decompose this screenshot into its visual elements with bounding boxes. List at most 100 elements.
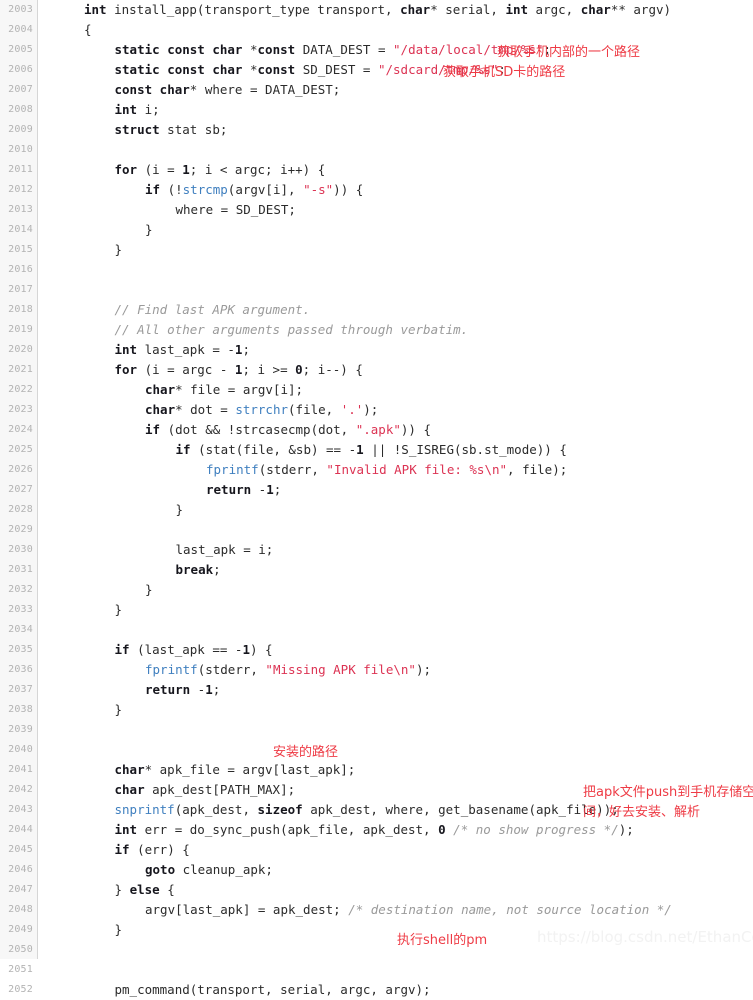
code-token-pln: apk_dest[PATH_MAX]; bbox=[144, 782, 296, 797]
code-line[interactable]: } bbox=[176, 500, 184, 520]
code-line[interactable]: } bbox=[115, 600, 123, 620]
code-line[interactable]: } bbox=[145, 580, 153, 600]
code-token-kw: else bbox=[129, 882, 160, 897]
code-line[interactable]: int i; bbox=[115, 100, 160, 120]
line-number: 2050 bbox=[8, 944, 33, 955]
code-line[interactable]: fprintf(stderr, "Invalid APK file: %s\n"… bbox=[206, 460, 567, 480]
code-viewer[interactable]: 2003 2004 2005 2006 2007 2008 2009 2010 2011 2012… bbox=[0, 0, 753, 997]
code-line[interactable]: fprintf(stderr, "Missing APK file\n"); bbox=[145, 660, 431, 680]
code-line[interactable]: last_apk = i; bbox=[176, 540, 274, 560]
code-line[interactable]: break; bbox=[176, 560, 221, 580]
code-line[interactable]: } else { bbox=[115, 880, 175, 900]
code-token-pln: } bbox=[114, 602, 123, 617]
code-line[interactable]: char apk_dest[PATH_MAX]; bbox=[115, 780, 296, 800]
line-number: 2003 bbox=[8, 4, 33, 15]
code-token-pln: * file = argv[i]; bbox=[175, 382, 304, 397]
code-token-pln: )) { bbox=[333, 182, 364, 197]
line-number: 2025 bbox=[8, 444, 33, 455]
line-number: 2005 bbox=[8, 44, 33, 55]
code-token-kw: static bbox=[114, 42, 160, 57]
code-token-num: 1 bbox=[356, 442, 364, 457]
code-token-kw: int bbox=[114, 342, 138, 357]
code-line[interactable]: char* file = argv[i]; bbox=[145, 380, 303, 400]
code-token-pln: ; i < argc; i++) { bbox=[189, 162, 326, 177]
code-token-pln: (stderr, bbox=[197, 662, 266, 677]
code-line[interactable]: } bbox=[145, 220, 153, 240]
code-line[interactable]: if (dot && !strcasecmp(dot, ".apk")) { bbox=[145, 420, 431, 440]
line-number: 2029 bbox=[8, 524, 33, 535]
code-line[interactable]: { bbox=[84, 20, 92, 40]
code-line[interactable]: // All other arguments passed through ve… bbox=[115, 320, 469, 340]
code-token-pln: (apk_dest, bbox=[174, 802, 258, 817]
line-number: 2017 bbox=[8, 284, 33, 295]
code-token-kw: return bbox=[145, 682, 191, 697]
line-number: 2026 bbox=[8, 464, 33, 475]
line-number: 2022 bbox=[8, 384, 33, 395]
code-line[interactable]: where = SD_DEST; bbox=[176, 200, 296, 220]
code-token-pln: (i = bbox=[137, 162, 183, 177]
code-line[interactable]: struct stat sb; bbox=[115, 120, 228, 140]
code-token-pln: * apk_file = argv[last_apk]; bbox=[144, 762, 356, 777]
code-token-kw: char bbox=[114, 782, 145, 797]
code-line[interactable]: if (last_apk == -1) { bbox=[115, 640, 273, 660]
code-token-pln: where = SD_DEST; bbox=[175, 202, 296, 217]
code-line[interactable]: if (!strcmp(argv[i], "-s")) { bbox=[145, 180, 363, 200]
code-line[interactable]: pm_command(transport, serial, argc, argv… bbox=[115, 980, 431, 1000]
code-token-str: "Missing APK file\n" bbox=[265, 662, 416, 677]
code-token-pln: * serial, bbox=[430, 2, 506, 17]
code-token-fn: fprintf bbox=[145, 662, 198, 677]
code-token-pln: - bbox=[190, 682, 206, 697]
code-line[interactable]: goto cleanup_apk; bbox=[145, 860, 273, 880]
code-line[interactable]: if (err) { bbox=[115, 840, 190, 860]
annot-sd-dest: 获取手机SD卡的路径 bbox=[443, 65, 566, 80]
code-token-kw: const bbox=[257, 62, 296, 77]
code-token-pln: (stat(file, &sb) == - bbox=[190, 442, 357, 457]
line-number: 2047 bbox=[8, 884, 33, 895]
code-token-pln: apk_dest, where, get_basename(apk_file))… bbox=[302, 802, 619, 817]
code-token-pln: ) { bbox=[249, 642, 273, 657]
code-line[interactable]: argv[last_apk] = apk_dest; /* destinatio… bbox=[145, 900, 672, 920]
code-token-kw: if bbox=[145, 422, 161, 437]
code-token-pln: { bbox=[84, 22, 92, 37]
code-token-pln: i; bbox=[137, 102, 160, 117]
code-line[interactable]: for (i = 1; i < argc; i++) { bbox=[115, 160, 326, 180]
code-token-kw: char bbox=[400, 2, 431, 17]
line-number: 2011 bbox=[8, 164, 33, 175]
code-line[interactable]: if (stat(file, &sb) == -1 || !S_ISREG(sb… bbox=[176, 440, 567, 460]
code-token-pln: || !S_ISREG(sb.st_mode)) { bbox=[363, 442, 567, 457]
code-token-pln: (! bbox=[160, 182, 183, 197]
code-token-kw: int bbox=[114, 102, 138, 117]
code-line[interactable]: int install_app(transport_type transport… bbox=[84, 0, 671, 20]
code-line[interactable]: } bbox=[115, 920, 123, 940]
code-line[interactable]: static const char *const DATA_DEST = "/d… bbox=[115, 40, 552, 60]
code-token-kw: static bbox=[114, 62, 160, 77]
code-line[interactable]: int err = do_sync_push(apk_file, apk_des… bbox=[115, 820, 634, 840]
code-token-num: 1 bbox=[266, 482, 274, 497]
code-token-cmt: // Find last APK argument. bbox=[114, 302, 311, 317]
code-line[interactable]: const char* where = DATA_DEST; bbox=[115, 80, 341, 100]
code-line[interactable]: } bbox=[115, 240, 123, 260]
code-token-str: '.' bbox=[340, 402, 364, 417]
code-line[interactable]: // Find last APK argument. bbox=[115, 300, 311, 320]
code-token-fn: strrchr bbox=[235, 402, 289, 417]
code-token-str: "Invalid APK file: %s\n" bbox=[326, 462, 508, 477]
line-number: 2033 bbox=[8, 604, 33, 615]
code-line[interactable]: char* dot = strrchr(file, '.'); bbox=[145, 400, 378, 420]
code-token-pln: argc, bbox=[528, 2, 581, 17]
code-line[interactable]: return -1; bbox=[145, 680, 220, 700]
code-token-kw: return bbox=[206, 482, 252, 497]
code-line[interactable]: int last_apk = -1; bbox=[115, 340, 250, 360]
code-token-kw: int bbox=[114, 822, 138, 837]
code-token-pln: , file); bbox=[507, 462, 568, 477]
code-token-cmt: /* destination name, not source location… bbox=[348, 902, 672, 917]
watermark: https://blog.csdn.net/EthanCo bbox=[537, 928, 753, 946]
code-token-pln: } bbox=[114, 922, 123, 937]
code-token-num: 1 bbox=[205, 682, 213, 697]
code-line[interactable]: snprintf(apk_dest, sizeof apk_dest, wher… bbox=[115, 800, 619, 820]
line-number: 2049 bbox=[8, 924, 33, 935]
line-number: 2020 bbox=[8, 344, 33, 355]
code-line[interactable]: for (i = argc - 1; i >= 0; i--) { bbox=[115, 360, 363, 380]
code-line[interactable]: } bbox=[115, 700, 123, 720]
code-line[interactable]: char* apk_file = argv[last_apk]; bbox=[115, 760, 356, 780]
code-line[interactable]: return -1; bbox=[206, 480, 281, 500]
